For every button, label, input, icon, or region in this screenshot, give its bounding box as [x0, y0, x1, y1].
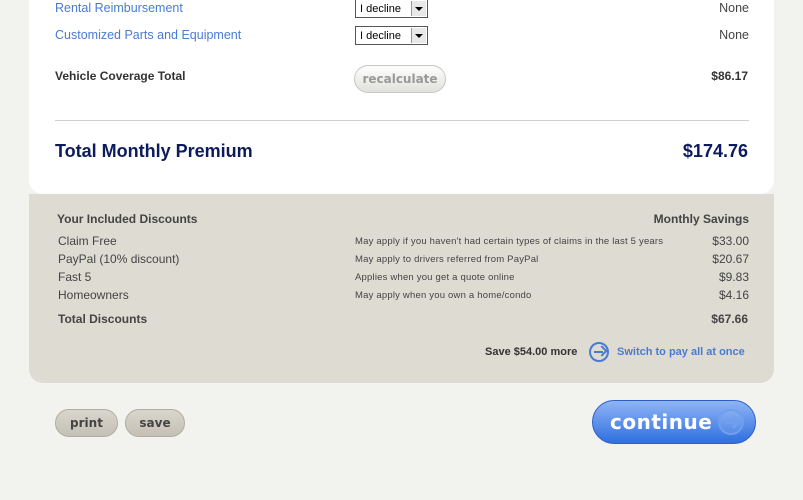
rental-reimbursement-amount: None	[719, 1, 749, 15]
select-value: I decline	[360, 30, 401, 42]
chevron-down-icon	[411, 1, 426, 16]
rental-reimbursement-link[interactable]: Rental Reimbursement	[55, 1, 183, 15]
continue-label: continue	[610, 410, 713, 434]
discount-saving: $33.00	[712, 234, 749, 248]
arrow-right-circle-icon[interactable]	[589, 342, 609, 362]
save-more-text: Save $54.00 more	[485, 346, 578, 358]
vehicle-coverage-total-label: Vehicle Coverage Total	[55, 69, 186, 83]
discount-description: May apply if you haven't had certain typ…	[355, 236, 664, 247]
discount-description: Applies when you get a quote online	[355, 272, 515, 283]
discount-name: Homeowners	[58, 288, 129, 302]
monthly-savings-header: Monthly Savings	[653, 212, 749, 226]
select-value: I decline	[360, 3, 401, 15]
total-monthly-premium-amount: $174.76	[682, 141, 748, 161]
rental-reimbursement-select[interactable]: I decline	[355, 0, 428, 18]
discounts-header: Your Included Discounts	[57, 212, 198, 226]
divider	[55, 120, 749, 121]
discount-saving: $4.16	[718, 288, 749, 302]
custom-parts-link[interactable]: Customized Parts and Equipment	[55, 28, 241, 42]
switch-pay-all-link[interactable]: Switch to pay all at once	[617, 346, 745, 358]
recalculate-button[interactable]: recalculate	[354, 65, 446, 93]
save-button[interactable]: save	[125, 409, 185, 437]
continue-button[interactable]: continue	[592, 400, 756, 444]
arrow-right-circle-icon	[718, 409, 744, 435]
total-discounts-label: Total Discounts	[58, 312, 148, 326]
vehicle-coverage-total-amount: $86.17	[711, 69, 748, 83]
custom-parts-select[interactable]: I decline	[355, 26, 428, 45]
total-discounts-amount: $67.66	[711, 312, 748, 326]
custom-parts-amount: None	[719, 28, 749, 42]
discount-name: Claim Free	[58, 234, 117, 248]
discount-row: Claim Free May apply if you haven't had …	[58, 234, 749, 252]
discount-saving: $20.67	[712, 252, 749, 266]
discount-name: PayPal (10% discount)	[58, 252, 180, 266]
discount-row: PayPal (10% discount) May apply to drive…	[58, 252, 749, 270]
discount-description: May apply when you own a home/condo	[355, 290, 532, 301]
coverage-row-rental: Rental Reimbursement I decline None	[55, 0, 749, 23]
coverage-row-custom-parts: Customized Parts and Equipment I decline…	[55, 26, 749, 50]
discount-saving: $9.83	[718, 270, 749, 284]
print-button[interactable]: print	[55, 409, 118, 437]
discount-row: Homeowners May apply when you own a home…	[58, 288, 749, 306]
chevron-down-icon	[411, 28, 426, 43]
discount-row: Fast 5 Applies when you get a quote onli…	[58, 270, 749, 288]
discount-name: Fast 5	[58, 270, 92, 284]
total-monthly-premium-label: Total Monthly Premium	[55, 141, 253, 161]
discount-description: May apply to drivers referred from PayPa…	[355, 254, 539, 265]
